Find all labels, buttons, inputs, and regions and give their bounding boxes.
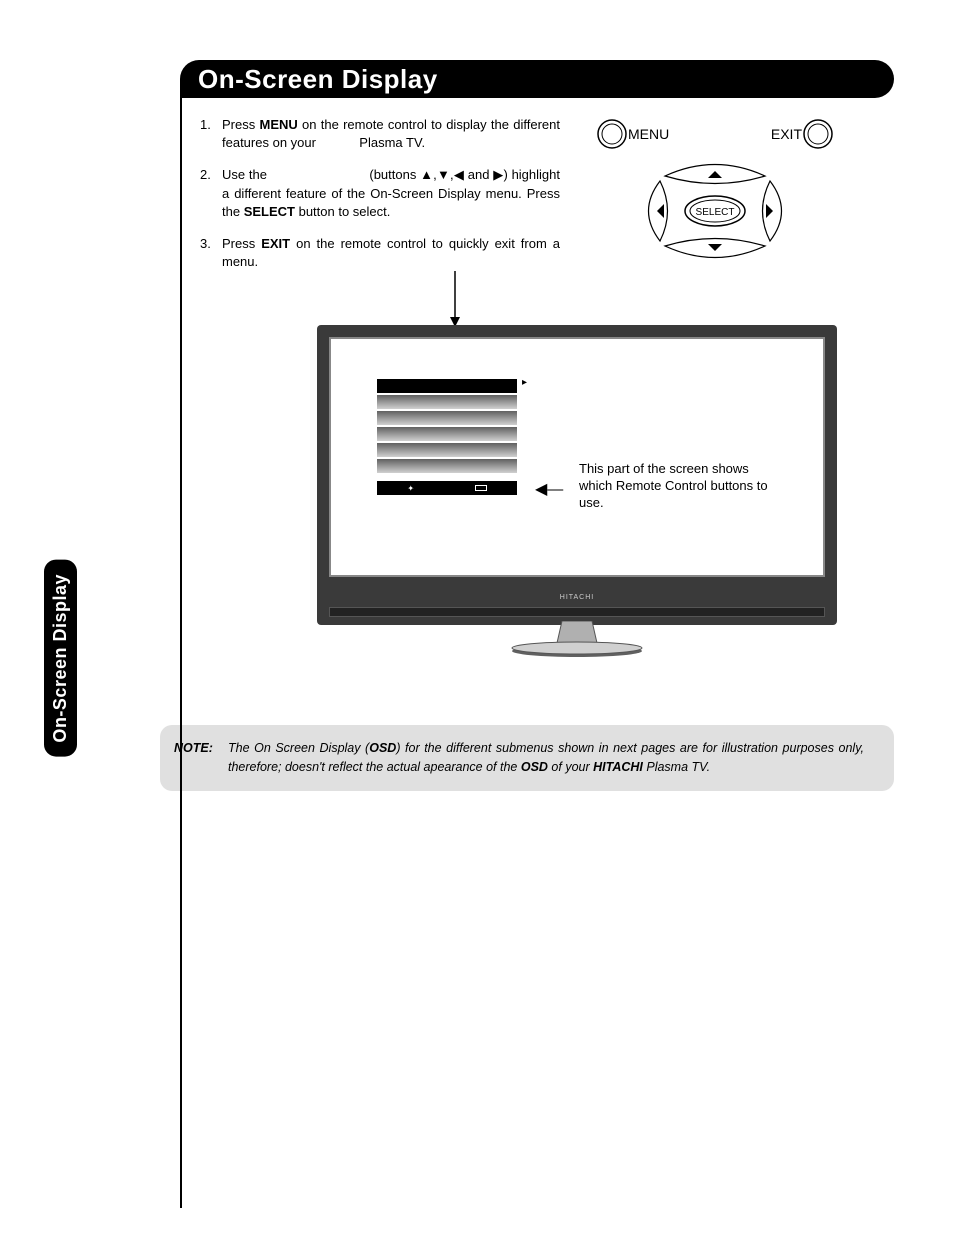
tv-brand-label: HITACHI	[560, 594, 594, 601]
tv-diagram: ✦ ◀— This part of the screen shows which…	[317, 325, 837, 665]
step-text: Plasma TV.	[359, 135, 425, 150]
tv-speaker-bar	[329, 607, 825, 617]
step-text: Use the	[222, 167, 271, 182]
step-text: button to select.	[295, 204, 390, 219]
step-number: 2.	[200, 166, 222, 221]
osd-menu-footer: ✦	[377, 481, 517, 495]
brand-keyword: HITACHI	[593, 760, 643, 774]
tv-screen: ✦ ◀— This part of the screen shows which…	[329, 337, 825, 577]
osd-keyword: OSD	[369, 741, 396, 755]
note-text: of your	[548, 760, 593, 774]
section-header: On-Screen Display	[180, 60, 894, 98]
tv-bezel: ✦ ◀— This part of the screen shows which…	[317, 325, 837, 625]
rect-icon	[475, 485, 487, 491]
osd-menu-item	[377, 443, 517, 457]
osd-menu-item	[377, 395, 517, 409]
note-text: The On Screen Display (	[228, 741, 369, 755]
tv-stand	[507, 621, 647, 661]
side-tab-label: On-Screen Display	[50, 574, 70, 743]
step-number: 3.	[200, 235, 222, 271]
exit-keyword: EXIT	[261, 236, 290, 251]
instruction-step: 1. Press MENU on the remote control to d…	[200, 116, 560, 152]
menu-keyword: MENU	[260, 117, 298, 132]
osd-menu-item	[377, 411, 517, 425]
step-number: 1.	[200, 116, 222, 152]
dpad-icon: ✦	[407, 484, 414, 493]
vertical-divider	[180, 98, 182, 1208]
osd-keyword: OSD	[521, 760, 548, 774]
osd-menu-item	[377, 459, 517, 473]
instruction-list: 1. Press MENU on the remote control to d…	[200, 116, 560, 285]
instruction-step: 2. Use the (buttons ▲,▼,◀ and ▶) highlig…	[200, 166, 560, 221]
menu-button-label: MENU	[628, 126, 669, 142]
arrow-left-icon: ◀—	[535, 479, 563, 499]
osd-menu-item	[377, 427, 517, 441]
osd-menu: ✦	[377, 379, 517, 495]
section-title: On-Screen Display	[198, 64, 438, 95]
osd-menu-header	[377, 379, 517, 393]
remote-diagram: MENU EXIT	[560, 116, 894, 285]
arrow-down-icon	[445, 271, 465, 331]
select-button-label: SELECT	[696, 207, 735, 218]
step-text: Press	[222, 236, 261, 251]
exit-button-label: EXIT	[771, 126, 803, 142]
step-text: Press	[222, 117, 260, 132]
side-tab: On-Screen Display	[44, 560, 77, 757]
callout-text: This part of the screen shows which Remo…	[579, 461, 769, 512]
select-keyword: SELECT	[244, 204, 295, 219]
note-box: NOTE: The On Screen Display (OSD) for th…	[160, 725, 894, 791]
note-text: Plasma TV.	[643, 760, 710, 774]
instruction-step: 3. Press EXIT on the remote control to q…	[200, 235, 560, 271]
